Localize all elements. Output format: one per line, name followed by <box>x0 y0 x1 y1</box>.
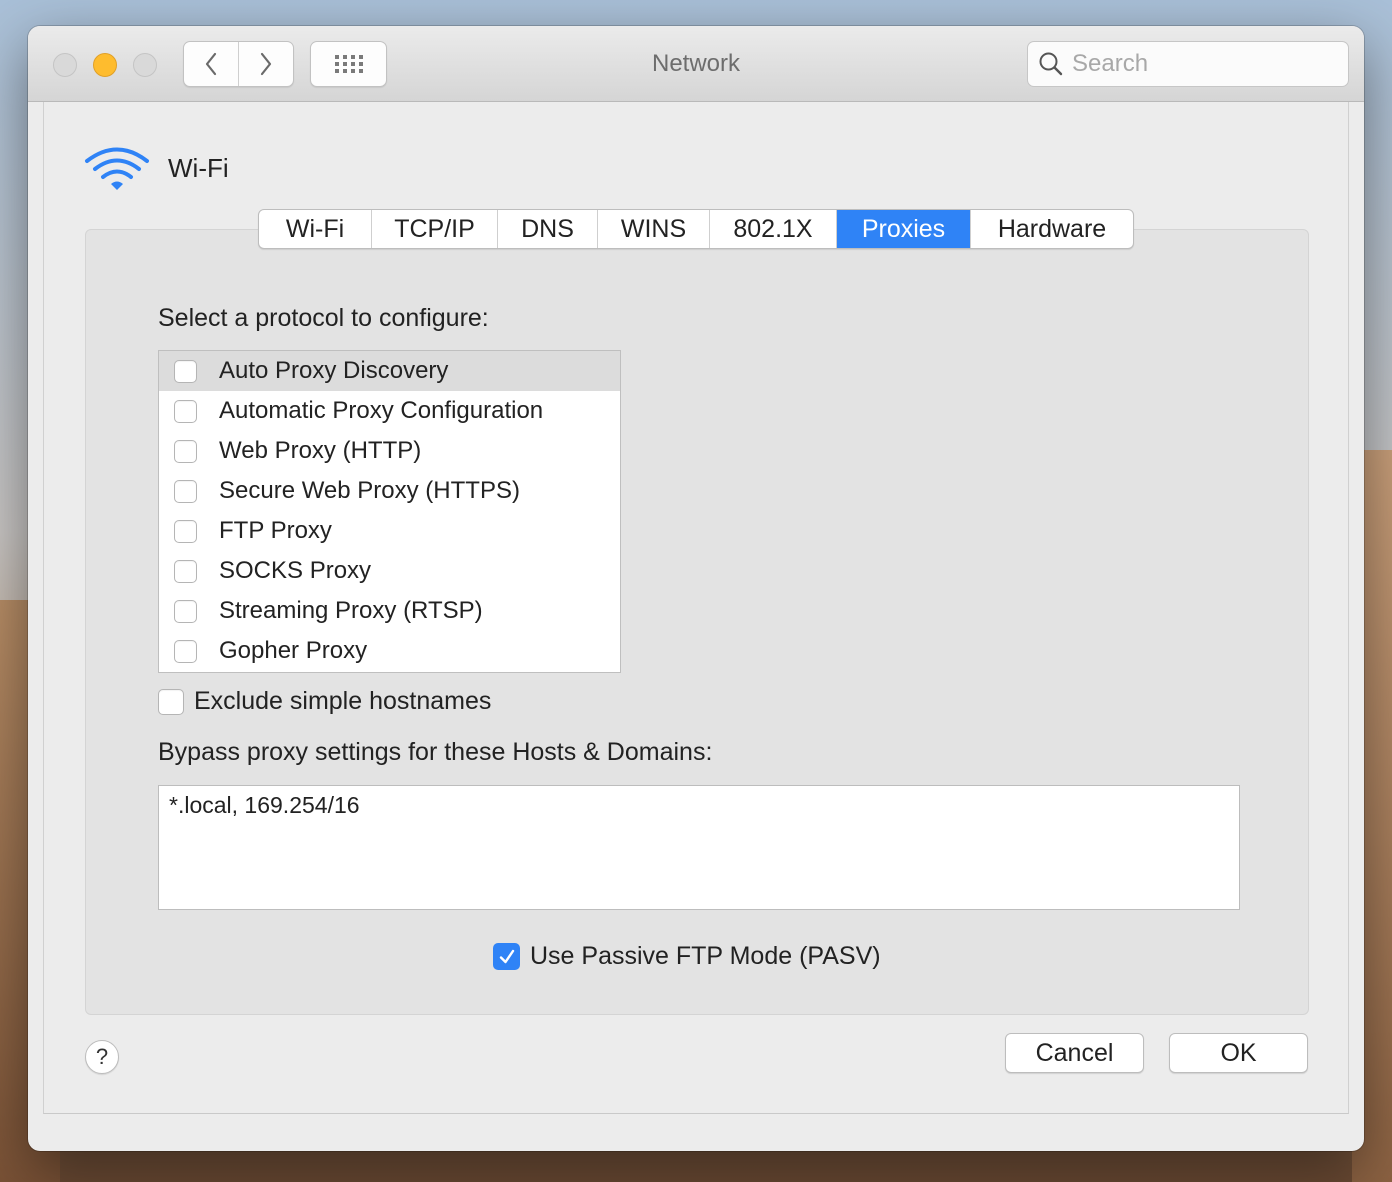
exclude-simple-hostnames-checkbox[interactable] <box>158 688 184 715</box>
tab-tcpip[interactable]: TCP/IP <box>371 210 497 248</box>
protocol-label: Streaming Proxy (RTSP) <box>219 597 483 624</box>
protocol-item-gopher-proxy[interactable]: Gopher Proxy <box>159 631 620 671</box>
checkbox[interactable] <box>174 359 197 383</box>
protocol-item-auto-proxy-discovery[interactable]: Auto Proxy Discovery <box>159 351 620 391</box>
network-preferences-window: Network Search Wi-Fi Select a protocol t… <box>28 26 1364 1151</box>
checkmark-icon <box>499 949 514 963</box>
checkbox[interactable] <box>174 479 197 503</box>
protocol-label: Auto Proxy Discovery <box>219 357 449 384</box>
titlebar: Network Search <box>28 26 1364 102</box>
tab-8021x[interactable]: 802.1X <box>709 210 836 248</box>
protocol-list: Auto Proxy Discovery Automatic Proxy Con… <box>158 350 621 673</box>
passive-ftp-checkbox[interactable] <box>493 943 520 970</box>
checkbox[interactable] <box>174 439 197 463</box>
protocol-label: Gopher Proxy <box>219 637 368 664</box>
tab-dns[interactable]: DNS <box>497 210 597 248</box>
search-field[interactable]: Search <box>1027 41 1349 87</box>
checkbox[interactable] <box>174 519 197 543</box>
protocol-label: Secure Web Proxy (HTTPS) <box>219 477 520 504</box>
checkbox[interactable] <box>174 399 197 423</box>
checkbox[interactable] <box>174 599 197 623</box>
bypass-label: Bypass proxy settings for these Hosts & … <box>158 738 713 766</box>
protocol-item-web-proxy-http[interactable]: Web Proxy (HTTP) <box>159 431 620 471</box>
protocol-label: Web Proxy (HTTP) <box>219 437 422 464</box>
passive-ftp-label: Use Passive FTP Mode (PASV) <box>530 942 881 970</box>
search-icon <box>1039 52 1063 76</box>
tab-proxies[interactable]: Proxies <box>836 210 970 248</box>
protocol-label: Automatic Proxy Configuration <box>219 397 544 424</box>
help-button[interactable]: ? <box>85 1040 119 1074</box>
cancel-button[interactable]: Cancel <box>1005 1033 1144 1073</box>
search-placeholder: Search <box>1072 50 1149 77</box>
wifi-icon <box>85 147 149 190</box>
protocol-label: FTP Proxy <box>219 517 332 544</box>
bypass-hosts-textarea[interactable]: *.local, 169.254/16 <box>158 785 1240 910</box>
protocol-item-automatic-proxy-configuration[interactable]: Automatic Proxy Configuration <box>159 391 620 431</box>
tab-wifi[interactable]: Wi-Fi <box>259 210 371 248</box>
checkbox[interactable] <box>174 559 197 583</box>
protocol-item-ftp-proxy[interactable]: FTP Proxy <box>159 511 620 551</box>
tab-wins[interactable]: WINS <box>597 210 709 248</box>
tab-hardware[interactable]: Hardware <box>970 210 1133 248</box>
tab-bar: Wi-Fi TCP/IP DNS WINS 802.1X Proxies Har… <box>258 209 1134 249</box>
protocol-item-streaming-proxy-rtsp[interactable]: Streaming Proxy (RTSP) <box>159 591 620 631</box>
exclude-simple-hostnames-row: Exclude simple hostnames <box>158 687 491 716</box>
select-protocol-label: Select a protocol to configure: <box>158 304 489 332</box>
checkbox[interactable] <box>174 639 197 663</box>
content-area: Wi-Fi Select a protocol to configure: Au… <box>43 102 1349 1114</box>
protocol-label: SOCKS Proxy <box>219 557 372 584</box>
interface-header: Wi-Fi <box>84 144 229 192</box>
interface-name: Wi-Fi <box>168 152 229 183</box>
passive-ftp-row: Use Passive FTP Mode (PASV) <box>493 942 881 971</box>
ok-button[interactable]: OK <box>1169 1033 1308 1073</box>
proxies-panel: Select a protocol to configure: Auto Pro… <box>85 229 1309 1015</box>
protocol-item-socks-proxy[interactable]: SOCKS Proxy <box>159 551 620 591</box>
exclude-simple-hostnames-label: Exclude simple hostnames <box>194 687 492 715</box>
protocol-item-secure-web-proxy-https[interactable]: Secure Web Proxy (HTTPS) <box>159 471 620 511</box>
